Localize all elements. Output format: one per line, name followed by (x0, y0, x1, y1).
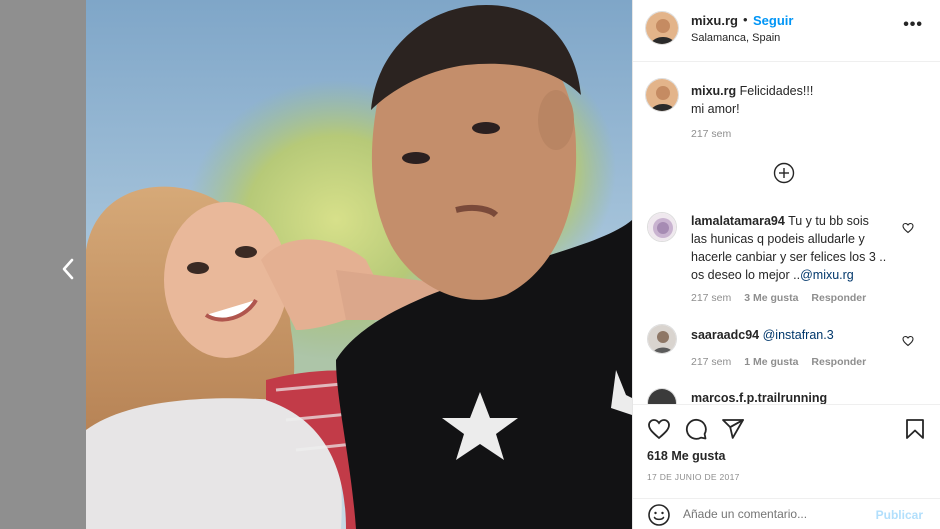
avatar[interactable] (645, 11, 679, 45)
comment-input[interactable] (683, 507, 863, 521)
heart-icon (902, 222, 914, 234)
caption-line-2: mi amor! (691, 102, 740, 116)
comment-time[interactable]: 217 sem (691, 356, 731, 368)
comment-username[interactable]: saaraadc94 (691, 328, 759, 342)
caption-username[interactable]: mixu.rg (691, 84, 736, 98)
heart-icon (902, 335, 914, 347)
post-location[interactable]: Salamanca, Spain (691, 32, 780, 44)
publish-button[interactable]: Publicar (876, 508, 923, 522)
follow-button[interactable]: Seguir (753, 13, 793, 28)
post-header: mixu.rg • Seguir Salamanca, Spain ••• (633, 0, 940, 62)
previous-post-arrow[interactable] (56, 254, 80, 284)
comment-text: saaraadc94 @instafran.3 (691, 326, 834, 344)
more-options-icon[interactable]: ••• (903, 16, 923, 34)
comment-mention[interactable]: @mixu.rg (800, 268, 854, 282)
reply-button[interactable]: Responder (811, 292, 866, 304)
like-comment-button[interactable] (902, 334, 914, 347)
like-comment-button[interactable] (902, 221, 914, 234)
load-more-comments-button[interactable] (773, 162, 795, 184)
like-button[interactable] (647, 417, 671, 441)
user-avatar-image (646, 79, 678, 111)
caption-avatar[interactable] (645, 78, 679, 112)
caption-text: mixu.rg Felicidades!!! mi amor! (691, 82, 813, 118)
comment-text: lamalatamara94 Tu y tu bb sois las hunic… (691, 212, 901, 284)
post-username[interactable]: mixu.rg (691, 13, 738, 28)
bookmark-icon (906, 419, 924, 439)
comment-meta: 217 sem 3 Me gusta Responder (691, 292, 876, 304)
reply-button[interactable]: Responder (811, 356, 866, 368)
user-avatar-image (648, 325, 676, 353)
plus-circle-icon (773, 162, 795, 184)
caption-time[interactable]: 217 sem (691, 128, 731, 140)
post-modal: mixu.rg • Seguir Salamanca, Spain ••• mi… (0, 0, 940, 529)
comment-avatar[interactable] (647, 324, 677, 354)
selfie-photo-image (86, 0, 632, 529)
comment-line-4: os deseo lo mejor .. (691, 268, 801, 282)
comment-line-3: hacerle canbiar y ser felices los 3 .. (691, 250, 887, 264)
comment-likes[interactable]: 1 Me gusta (744, 356, 798, 368)
add-comment-bar: Publicar (633, 498, 940, 529)
caption-meta: 217 sem (691, 128, 741, 140)
emoji-button[interactable] (647, 503, 671, 527)
comment-time[interactable]: 217 sem (691, 292, 731, 304)
user-avatar-image (646, 12, 678, 44)
paper-plane-icon (722, 419, 744, 439)
chevron-left-icon (62, 258, 74, 280)
save-button[interactable] (903, 417, 927, 441)
comment-likes[interactable]: 3 Me gusta (744, 292, 798, 304)
caption-line-1: Felicidades!!! (739, 84, 814, 98)
user-avatar-image (648, 213, 676, 241)
heart-icon (648, 419, 670, 440)
comment-button[interactable] (684, 417, 708, 441)
comment-username[interactable]: marcos.f.p.trailrunning (691, 391, 827, 405)
post-date[interactable]: 17 DE JUNIO DE 2017 (647, 472, 740, 482)
comment-meta: 217 sem 1 Me gusta Responder (691, 356, 876, 368)
likes-count[interactable]: 618 Me gusta (647, 449, 726, 463)
post-photo[interactable] (86, 0, 632, 529)
share-button[interactable] (721, 417, 745, 441)
comment-avatar[interactable] (647, 212, 677, 242)
comment-bubble-icon (685, 418, 707, 440)
post-details-panel: mixu.rg • Seguir Salamanca, Spain ••• mi… (632, 0, 940, 529)
separator-dot: • (743, 12, 748, 27)
smiley-icon (648, 504, 670, 526)
comment-line-2: las hunicas q podeis alludarle y (691, 232, 865, 246)
comment-line-1: Tu y tu bb sois (788, 214, 869, 228)
comment-username[interactable]: lamalatamara94 (691, 214, 785, 228)
comment-mention[interactable]: @instafran.3 (763, 328, 834, 342)
